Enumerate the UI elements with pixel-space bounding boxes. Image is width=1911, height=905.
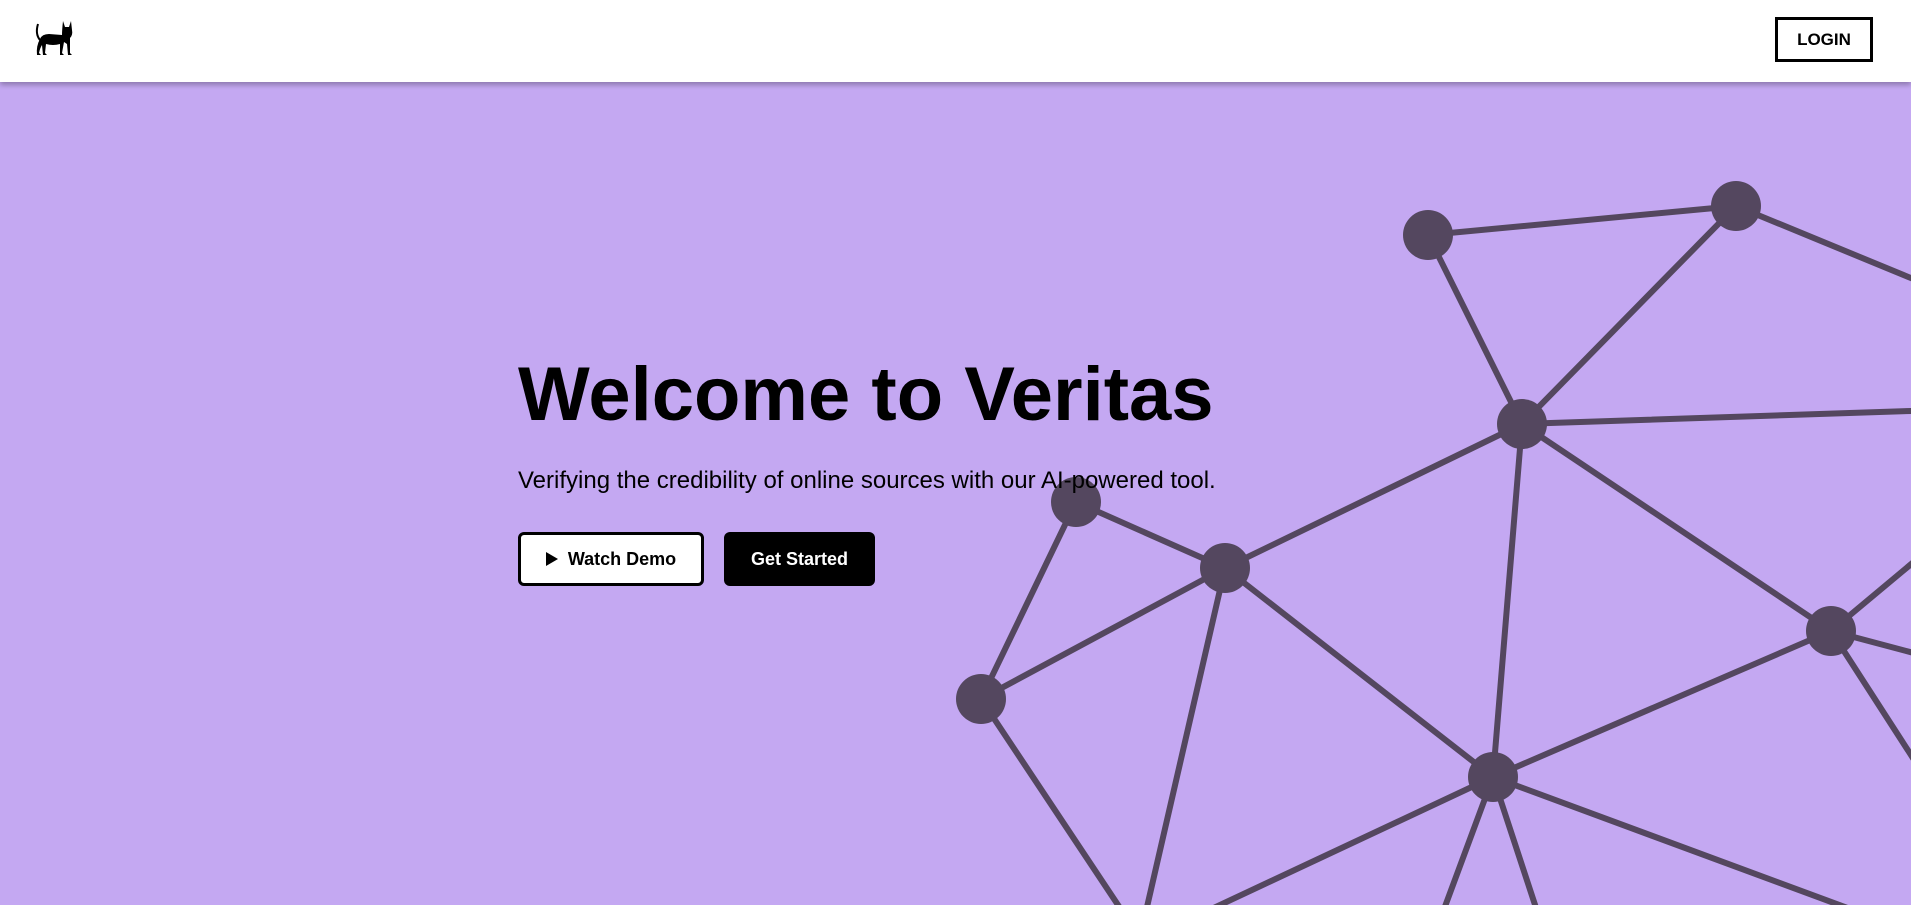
- network-edge: [978, 499, 1079, 702]
- network-node: [1200, 543, 1250, 593]
- network-edge: [1425, 232, 1525, 427]
- watch-demo-button[interactable]: Watch Demo: [518, 532, 704, 586]
- network-edge: [1828, 628, 1911, 761]
- network-edge: [1222, 421, 1525, 571]
- network-edge: [1212, 774, 1496, 905]
- get-started-button[interactable]: Get Started: [724, 532, 875, 586]
- site-header: LOGIN: [0, 0, 1911, 82]
- cat-logo-icon[interactable]: [33, 18, 75, 58]
- network-node: [1806, 606, 1856, 656]
- watch-demo-label: Watch Demo: [567, 548, 677, 569]
- network-node: [1468, 752, 1518, 802]
- hero-section: Welcome to Veritas Verifying the credibi…: [0, 82, 1911, 905]
- network-edge: [1425, 203, 1739, 238]
- page-title: Welcome to Veritas: [518, 352, 1214, 437]
- network-edge: [1222, 565, 1496, 780]
- network-edge: [1733, 203, 1911, 282]
- network-edge: [1144, 565, 1228, 905]
- network-node: [1497, 399, 1547, 449]
- network-edge: [978, 696, 1122, 905]
- network-edge: [1490, 628, 1834, 780]
- network-edge: [1519, 407, 1911, 427]
- network-edge: [1490, 421, 1525, 780]
- network-edge: [1519, 421, 1834, 634]
- network-node: [956, 674, 1006, 724]
- network-node: [1711, 181, 1761, 231]
- network-edge: [1519, 203, 1739, 427]
- login-button[interactable]: LOGIN: [1775, 17, 1873, 62]
- play-icon: [545, 552, 558, 566]
- network-edge: [978, 565, 1228, 702]
- network-edge: [1490, 774, 1849, 905]
- network-node: [1403, 210, 1453, 260]
- hero-subtitle: Verifying the credibility of online sour…: [518, 467, 1216, 494]
